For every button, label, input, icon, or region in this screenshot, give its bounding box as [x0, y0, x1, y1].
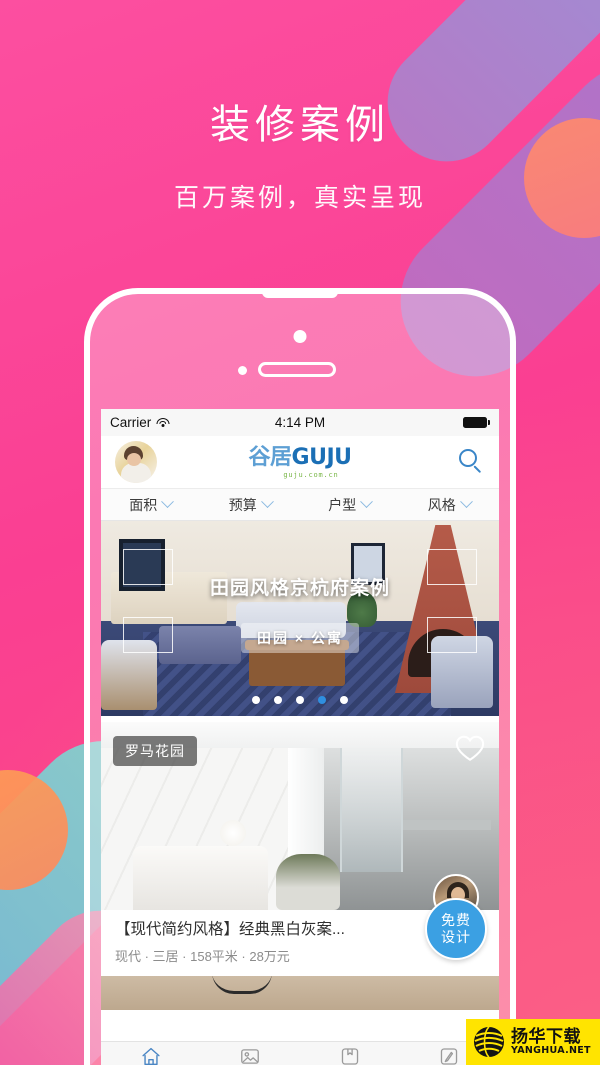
free-design-button[interactable]: 免费 设计	[425, 898, 487, 960]
tab-guide[interactable]: 装修攻略	[300, 1042, 400, 1065]
phone-power-button	[515, 422, 516, 468]
promo-subheadline: 百万案例，真实呈现	[173, 184, 426, 212]
watermark-text: 扬华下载 YANGHUA.NET	[511, 1028, 591, 1056]
banner-frame-corner	[427, 617, 477, 653]
logo-domain-text: guju.com.cn	[283, 470, 339, 479]
yanghua-globe-logo	[472, 1025, 506, 1059]
logo-cn-text: 谷居	[248, 443, 293, 469]
heart-outline-icon[interactable]	[455, 734, 485, 762]
phone-mute-switch	[84, 406, 85, 432]
filter-area[interactable]: 面积	[101, 495, 201, 515]
app-logo: 谷居GUJU guju.com.cn	[101, 443, 499, 479]
avatar[interactable]	[115, 441, 157, 483]
watermark-cn: 扬华下载	[511, 1027, 581, 1047]
filter-layout-label: 户型	[328, 496, 357, 513]
carousel-dot[interactable]	[274, 696, 282, 704]
next-case-card-preview[interactable]	[101, 976, 499, 1011]
proximity-sensor-icon	[238, 366, 247, 375]
phone-mockup: Carrier 4:14 PM 谷居GUJU guju.com.cn 面积 预算…	[84, 288, 516, 1065]
filter-style[interactable]: 风格	[400, 495, 500, 515]
promo-text-block: 装修案例 百万案例，真实呈现	[0, 0, 600, 214]
logo-en-text: GUJU	[291, 444, 352, 470]
filter-bar: 面积 预算 户型 风格	[101, 488, 499, 521]
card-vase	[276, 853, 340, 910]
filter-budget[interactable]: 预算	[201, 495, 301, 515]
pencil-icon	[441, 1047, 458, 1065]
filter-budget-label: 预算	[228, 496, 257, 513]
chevron-down-icon	[161, 495, 175, 509]
case-card-tag: 罗马花园	[113, 736, 197, 766]
phone-volume-button	[84, 450, 85, 494]
banner-carousel[interactable]: 田园风格京杭府案例 田园 × 公寓	[101, 521, 499, 716]
card-counter	[403, 819, 492, 830]
tab-gallery[interactable]: 图库	[201, 1042, 301, 1065]
carousel-dot-active[interactable]	[318, 696, 326, 704]
watermark-en: YANGHUA.NET	[511, 1044, 591, 1056]
free-design-line2: 设计	[441, 929, 471, 945]
card-glass-door	[339, 737, 404, 873]
card-sofa	[132, 846, 269, 910]
app-header: 谷居GUJU guju.com.cn	[101, 436, 499, 488]
bookmark-icon	[341, 1047, 358, 1065]
free-design-widget[interactable]: 免费 设计	[425, 874, 487, 970]
banner-frame-corner	[123, 617, 173, 653]
carrier-label: Carrier	[110, 415, 152, 430]
search-icon[interactable]	[459, 449, 485, 475]
preview-lamp	[212, 976, 273, 995]
earpiece-speaker	[258, 362, 336, 377]
free-design-line1: 免费	[441, 911, 471, 928]
battery-icon	[463, 417, 490, 428]
phone-top-notch	[262, 294, 338, 298]
image-icon	[241, 1048, 260, 1064]
status-bar: Carrier 4:14 PM	[101, 409, 499, 436]
case-card[interactable]: 罗马花园 【现代简约风格】经典黑白灰案... 现代 · 三居 · 158平米 ·…	[101, 722, 499, 977]
filter-area-label: 面积	[129, 496, 158, 513]
front-camera-icon	[293, 330, 307, 343]
bottom-tab-bar: 装修案例 图库 装修攻略 设计师	[101, 1041, 499, 1065]
chevron-down-icon	[360, 495, 374, 509]
wifi-icon	[156, 417, 170, 428]
home-icon	[142, 1047, 160, 1065]
carousel-dot[interactable]	[252, 696, 260, 704]
filter-layout[interactable]: 户型	[300, 495, 400, 515]
chevron-down-icon	[459, 495, 473, 509]
carousel-dot[interactable]	[340, 696, 348, 704]
case-card-body: 【现代简约风格】经典黑白灰案... 现代 · 三居 · 158平米 · 28万元…	[101, 874, 499, 976]
tab-cases[interactable]: 装修案例	[101, 1042, 201, 1065]
filter-style-label: 风格	[427, 496, 456, 513]
carousel-dot[interactable]	[296, 696, 304, 704]
chevron-down-icon	[260, 495, 274, 509]
phone-screen: Carrier 4:14 PM 谷居GUJU guju.com.cn 面积 预算…	[101, 409, 499, 1065]
card-lamp	[220, 819, 247, 846]
carousel-dots[interactable]	[101, 696, 499, 704]
banner-badge: 田园 × 公寓	[241, 623, 359, 653]
banner-title: 田园风格京杭府案例	[209, 578, 390, 599]
carrier-group: Carrier	[110, 415, 170, 430]
site-watermark: 扬华下载 YANGHUA.NET	[466, 1019, 600, 1065]
promo-headline: 装修案例	[210, 103, 390, 147]
